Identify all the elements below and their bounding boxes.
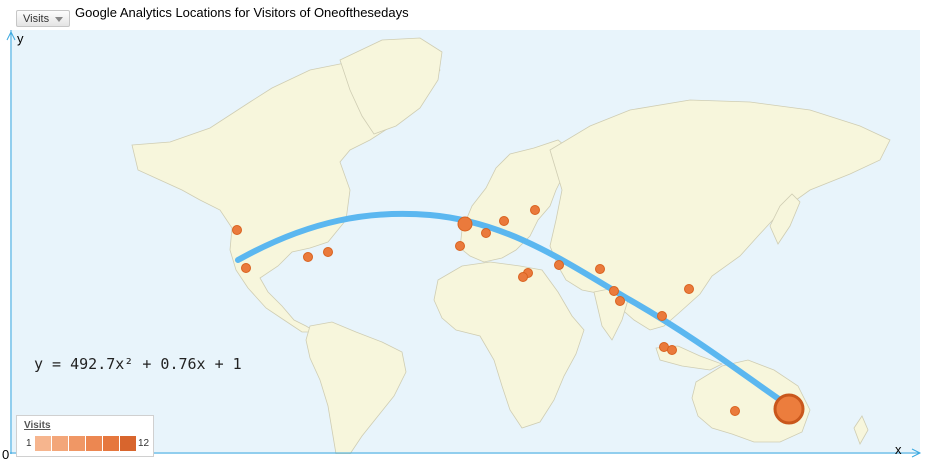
legend-title: Visits xyxy=(24,420,51,431)
y-axis-label: y xyxy=(17,31,24,46)
header-bar: Visits Google Analytics Locations for Vi… xyxy=(0,0,929,30)
legend-min: 1 xyxy=(26,438,32,449)
marker-los-angeles[interactable] xyxy=(241,263,251,273)
marker-madrid[interactable] xyxy=(455,241,465,251)
marker-berlin[interactable] xyxy=(499,216,509,226)
marker-moscow[interactable] xyxy=(530,205,540,215)
ramp-swatch xyxy=(86,436,102,451)
marker-kansas[interactable] xyxy=(303,252,313,262)
ramp-swatch xyxy=(69,436,85,451)
world-map-svg xyxy=(10,30,920,454)
ramp-swatch xyxy=(35,436,51,451)
marker-seattle[interactable] xyxy=(232,225,242,235)
marker-cairo[interactable] xyxy=(518,272,528,282)
marker-singapore[interactable] xyxy=(657,311,667,321)
chevron-down-icon xyxy=(55,16,64,22)
marker-paris[interactable] xyxy=(481,228,491,238)
marker-bangkok[interactable] xyxy=(615,296,625,306)
ramp-swatch xyxy=(120,436,136,451)
marker-melbourne[interactable] xyxy=(730,406,740,416)
marker-bali[interactable] xyxy=(667,345,677,355)
page-title: Google Analytics Locations for Visitors … xyxy=(75,5,409,20)
marker-delhi[interactable] xyxy=(595,264,605,274)
legend: Visits 1 12 xyxy=(16,415,154,457)
legend-max: 12 xyxy=(138,438,150,449)
world-map[interactable] xyxy=(10,30,920,454)
ramp-swatch xyxy=(103,436,119,451)
marker-sydney[interactable] xyxy=(773,393,805,425)
marker-ohio[interactable] xyxy=(323,247,333,257)
legend-color-ramp xyxy=(35,436,136,451)
marker-hong-kong[interactable] xyxy=(684,284,694,294)
metric-dropdown-label: Visits xyxy=(23,13,50,25)
marker-riyadh[interactable] xyxy=(554,260,564,270)
x-axis-label: x xyxy=(895,442,902,457)
fit-equation: y = 492.7x² + 0.76x + 1 xyxy=(34,355,242,373)
marker-mumbai[interactable] xyxy=(609,286,619,296)
origin-label: 0 xyxy=(2,447,10,462)
marker-london[interactable] xyxy=(457,216,473,232)
metric-dropdown-button[interactable]: Visits xyxy=(16,10,71,27)
ramp-swatch xyxy=(52,436,68,451)
